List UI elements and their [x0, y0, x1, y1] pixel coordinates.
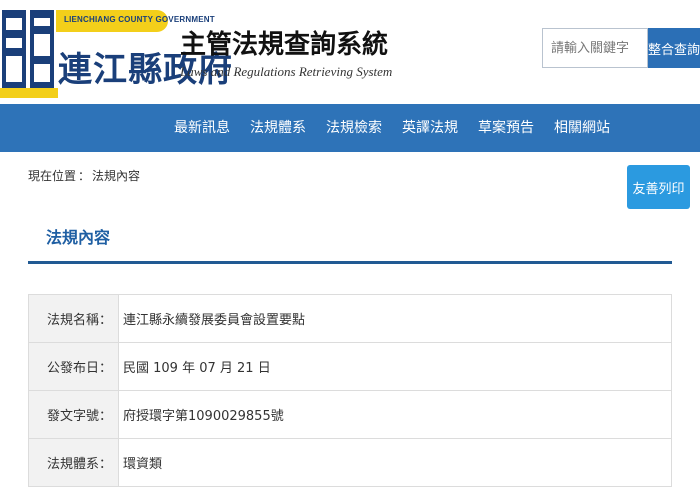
nav-item-law-search[interactable]: 法規檢索: [316, 104, 392, 152]
section-title: 法規內容: [46, 228, 111, 247]
detail-value-category: 環資類: [118, 438, 672, 487]
detail-value-name: 連江縣永續發展委員會設置要點: [118, 294, 672, 343]
logo-band: LIENCHIANG COUNTY GOVERNMENT: [56, 10, 215, 32]
breadcrumb-current[interactable]: 法規內容: [92, 169, 140, 183]
detail-label-name: 法規名稱：: [28, 294, 119, 343]
detail-label-doc-number: 發文字號：: [28, 390, 119, 439]
nav-item-english-laws[interactable]: 英譯法規: [392, 104, 468, 152]
nav-item-latest-news[interactable]: 最新訊息: [164, 104, 240, 152]
nav-item-draft-notice[interactable]: 草案預告: [468, 104, 544, 152]
table-row: 發文字號： 府授環字第1090029855號: [28, 390, 672, 439]
search-input[interactable]: [542, 28, 648, 68]
detail-value-doc-number: 府授環字第1090029855號: [118, 390, 672, 439]
system-subtitle: Laws and Regulations Retrieving System: [180, 64, 393, 79]
main-nav: 最新訊息 法規體系 法規檢索 英譯法規 草案預告 相關網站: [0, 104, 700, 152]
nav-item-related-sites[interactable]: 相關網站: [544, 104, 620, 152]
detail-label-date: 公發布日：: [28, 342, 119, 391]
breadcrumb: 現在位置：法規內容: [28, 167, 140, 184]
county-logo[interactable]: LIENCHIANG COUNTY GOVERNMENT 連江縣政府: [0, 0, 232, 104]
table-row: 法規體系： 環資類: [28, 438, 672, 487]
table-row: 公發布日： 民國 109 年 07 月 21 日: [28, 342, 672, 391]
nav-item-law-system[interactable]: 法規體系: [240, 104, 316, 152]
system-title: 主管法規查詢系統: [180, 30, 389, 60]
breadcrumb-separator: ：: [78, 169, 91, 183]
print-button[interactable]: 友善列印: [627, 165, 690, 209]
regulation-details-table: 法規名稱： 連江縣永續發展委員會設置要點 公發布日： 民國 109 年 07 月…: [28, 294, 672, 487]
section-divider: [28, 261, 672, 264]
detail-value-date: 民國 109 年 07 月 21 日: [118, 342, 672, 391]
logo-band-text: LIENCHIANG COUNTY GOVERNMENT: [64, 15, 215, 24]
detail-label-category: 法規體系：: [28, 438, 119, 487]
matsu-logo-icon: [0, 10, 58, 98]
search-button[interactable]: 整合查詢: [648, 28, 700, 68]
site-header: LIENCHIANG COUNTY GOVERNMENT 連江縣政府 主管法規查…: [0, 0, 700, 104]
breadcrumb-prefix: 現在位置: [28, 169, 77, 183]
table-row: 法規名稱： 連江縣永續發展委員會設置要點: [28, 294, 672, 343]
